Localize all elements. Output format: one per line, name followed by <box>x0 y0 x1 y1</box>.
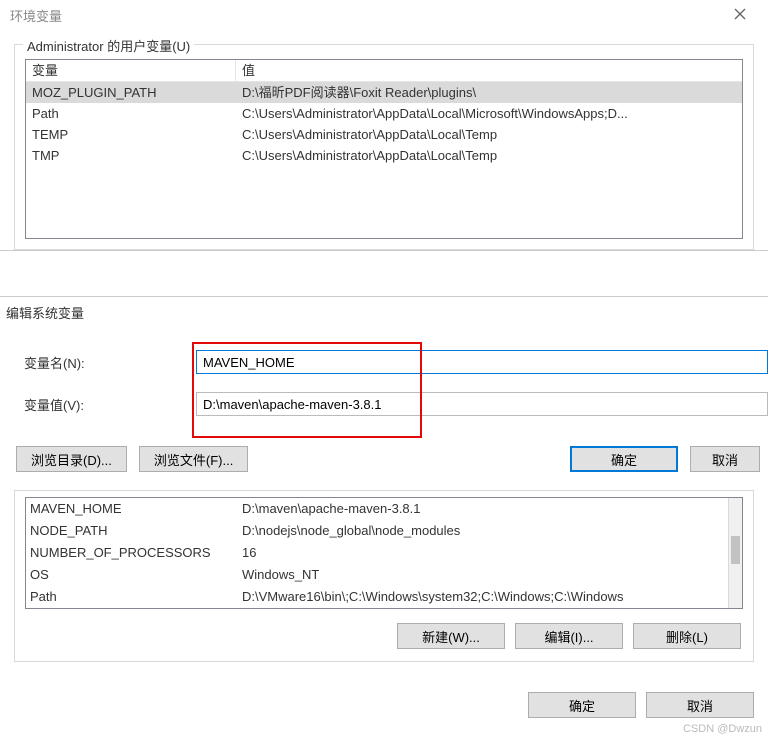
header-name: 变量 <box>26 60 236 81</box>
window-title: 环境变量 <box>10 6 62 25</box>
table-row[interactable]: Path C:\Users\Administrator\AppData\Loca… <box>26 103 742 124</box>
delete-button[interactable]: 删除(L) <box>633 623 741 649</box>
system-vars-group: MAVEN_HOME D:\maven\apache-maven-3.8.1 N… <box>14 490 754 662</box>
cancel-button[interactable]: 取消 <box>646 692 754 718</box>
user-vars-header: 变量 值 <box>26 60 742 82</box>
watermark: CSDN @Dwzun <box>683 723 762 735</box>
user-vars-group-label: Administrator 的用户变量(U) <box>23 36 194 55</box>
var-name-label: 变量名(N): <box>24 353 196 372</box>
var-value-label: 变量值(V): <box>24 395 196 414</box>
user-vars-table[interactable]: 变量 值 MOZ_PLUGIN_PATH D:\福昕PDF阅读器\Foxit R… <box>25 59 743 239</box>
table-row[interactable]: MOZ_PLUGIN_PATH D:\福昕PDF阅读器\Foxit Reader… <box>26 82 742 103</box>
cancel-button[interactable]: 取消 <box>690 446 760 472</box>
edit-button[interactable]: 编辑(I)... <box>515 623 623 649</box>
dialog-title: 编辑系统变量 <box>0 297 768 340</box>
table-row[interactable]: NUMBER_OF_PROCESSORS 16 <box>26 542 728 564</box>
edit-system-var-dialog: 编辑系统变量 变量名(N): 变量值(V): 浏览目录(D)... 浏览文件(F… <box>0 296 768 486</box>
header-value: 值 <box>236 60 742 81</box>
user-vars-group: Administrator 的用户变量(U) 变量 值 MOZ_PLUGIN_P… <box>14 44 754 250</box>
close-icon[interactable] <box>722 8 758 23</box>
var-value-input[interactable] <box>196 392 768 416</box>
env-vars-window: 环境变量 Administrator 的用户变量(U) 变量 值 MOZ_PLU… <box>0 0 768 251</box>
var-name-input[interactable] <box>196 350 768 374</box>
dialog-button-row: 确定 取消 <box>0 692 768 718</box>
ok-button[interactable]: 确定 <box>528 692 636 718</box>
table-row[interactable]: OS Windows_NT <box>26 564 728 586</box>
table-row[interactable]: Path D:\VMware16\bin\;C:\Windows\system3… <box>26 586 728 608</box>
titlebar: 环境变量 <box>0 0 768 30</box>
ok-button[interactable]: 确定 <box>570 446 678 472</box>
browse-dir-button[interactable]: 浏览目录(D)... <box>16 446 127 472</box>
scrollbar[interactable] <box>728 498 742 608</box>
table-row[interactable]: TEMP C:\Users\Administrator\AppData\Loca… <box>26 124 742 145</box>
table-row[interactable]: MAVEN_HOME D:\maven\apache-maven-3.8.1 <box>26 498 728 520</box>
system-vars-table[interactable]: MAVEN_HOME D:\maven\apache-maven-3.8.1 N… <box>25 497 743 609</box>
scrollbar-thumb[interactable] <box>731 536 740 564</box>
table-row[interactable]: NODE_PATH D:\nodejs\node_global\node_mod… <box>26 520 728 542</box>
new-button[interactable]: 新建(W)... <box>397 623 505 649</box>
table-row[interactable]: TMP C:\Users\Administrator\AppData\Local… <box>26 145 742 166</box>
browse-file-button[interactable]: 浏览文件(F)... <box>139 446 248 472</box>
